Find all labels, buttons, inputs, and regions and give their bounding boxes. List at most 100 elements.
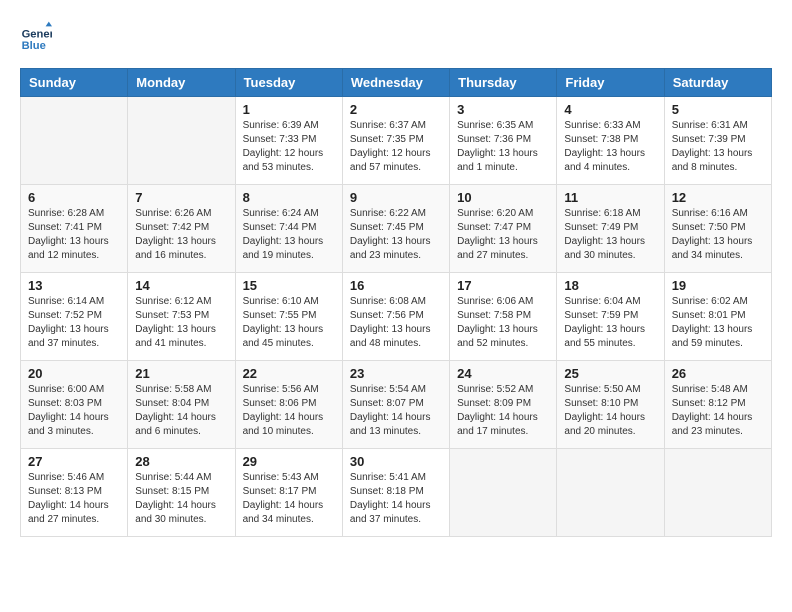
day-cell-1: 1Sunrise: 6:39 AM Sunset: 7:33 PM Daylig…: [235, 97, 342, 185]
day-number: 28: [135, 454, 227, 469]
day-info: Sunrise: 6:06 AM Sunset: 7:58 PM Dayligh…: [457, 295, 549, 351]
day-info: Sunrise: 6:28 AM Sunset: 7:41 PM Dayligh…: [28, 207, 120, 263]
weekday-header-saturday: Saturday: [664, 69, 771, 97]
day-number: 21: [135, 366, 227, 381]
day-info: Sunrise: 5:43 AM Sunset: 8:17 PM Dayligh…: [243, 471, 335, 527]
day-cell-8: 8 Sunrise: 6:24 AM Sunset: 7:44 PM Daylig…: [235, 185, 342, 273]
day-info: Sunrise: 6:08 AM Sunset: 7:56 PM Dayligh…: [350, 295, 442, 351]
empty-cell: [557, 449, 664, 537]
day-number: 19: [672, 278, 764, 293]
day-number: 17: [457, 278, 549, 293]
day-number: 29: [243, 454, 335, 469]
week-row-1: 1Sunrise: 6:39 AM Sunset: 7:33 PM Daylig…: [21, 97, 772, 185]
day-number: 23: [350, 366, 442, 381]
day-number: 18: [564, 278, 656, 293]
day-number: 24: [457, 366, 549, 381]
day-info: Sunrise: 5:44 AM Sunset: 8:15 PM Dayligh…: [135, 471, 227, 527]
day-number: 30: [350, 454, 442, 469]
day-info: Sunrise: 5:56 AM Sunset: 8:06 PM Dayligh…: [243, 383, 335, 439]
day-cell-5: 5 Sunrise: 6:31 AM Sunset: 7:39 PM Daylig…: [664, 97, 771, 185]
day-number: 11: [564, 190, 656, 205]
empty-cell: [21, 97, 128, 185]
day-number: 4: [564, 102, 656, 117]
week-row-4: 20 Sunrise: 6:00 AM Sunset: 8:03 PM Dayli…: [21, 361, 772, 449]
day-number: 8: [243, 190, 335, 205]
day-number: 5: [672, 102, 764, 117]
day-info: Sunrise: 6:04 AM Sunset: 7:59 PM Dayligh…: [564, 295, 656, 351]
day-number: 16: [350, 278, 442, 293]
day-cell-7: 7 Sunrise: 6:26 AM Sunset: 7:42 PM Daylig…: [128, 185, 235, 273]
day-cell-16: 16 Sunrise: 6:08 AM Sunset: 7:56 PM Dayli…: [342, 273, 449, 361]
day-info: Sunrise: 6:22 AM Sunset: 7:45 PM Dayligh…: [350, 207, 442, 263]
day-number: 1: [243, 102, 335, 117]
day-info: Sunrise: 5:48 AM Sunset: 8:12 PM Dayligh…: [672, 383, 764, 439]
day-cell-2: 2Sunrise: 6:37 AM Sunset: 7:35 PM Daylig…: [342, 97, 449, 185]
day-info: Sunrise: 6:35 AM Sunset: 7:36 PM Dayligh…: [457, 119, 549, 175]
day-cell-30: 30Sunrise: 5:41 AM Sunset: 8:18 PM Dayli…: [342, 449, 449, 537]
weekday-header-thursday: Thursday: [450, 69, 557, 97]
weekday-header-tuesday: Tuesday: [235, 69, 342, 97]
day-info: Sunrise: 6:16 AM Sunset: 7:50 PM Dayligh…: [672, 207, 764, 263]
day-info: Sunrise: 6:14 AM Sunset: 7:52 PM Dayligh…: [28, 295, 120, 351]
day-cell-25: 25Sunrise: 5:50 AM Sunset: 8:10 PM Dayli…: [557, 361, 664, 449]
day-cell-4: 4 Sunrise: 6:33 AM Sunset: 7:38 PM Daylig…: [557, 97, 664, 185]
day-cell-14: 14Sunrise: 6:12 AM Sunset: 7:53 PM Dayli…: [128, 273, 235, 361]
day-cell-19: 19Sunrise: 6:02 AM Sunset: 8:01 PM Dayli…: [664, 273, 771, 361]
day-info: Sunrise: 6:33 AM Sunset: 7:38 PM Dayligh…: [564, 119, 656, 175]
day-number: 7: [135, 190, 227, 205]
day-info: Sunrise: 6:31 AM Sunset: 7:39 PM Dayligh…: [672, 119, 764, 175]
day-number: 20: [28, 366, 120, 381]
day-cell-9: 9 Sunrise: 6:22 AM Sunset: 7:45 PM Daylig…: [342, 185, 449, 273]
weekday-header-friday: Friday: [557, 69, 664, 97]
day-info: Sunrise: 6:24 AM Sunset: 7:44 PM Dayligh…: [243, 207, 335, 263]
empty-cell: [128, 97, 235, 185]
logo: General Blue: [20, 20, 56, 52]
day-number: 14: [135, 278, 227, 293]
day-number: 13: [28, 278, 120, 293]
day-info: Sunrise: 6:37 AM Sunset: 7:35 PM Dayligh…: [350, 119, 442, 175]
day-number: 27: [28, 454, 120, 469]
day-cell-15: 15 Sunrise: 6:10 AM Sunset: 7:55 PM Dayli…: [235, 273, 342, 361]
day-info: Sunrise: 5:58 AM Sunset: 8:04 PM Dayligh…: [135, 383, 227, 439]
day-cell-12: 12 Sunrise: 6:16 AM Sunset: 7:50 PM Dayli…: [664, 185, 771, 273]
day-number: 25: [564, 366, 656, 381]
week-row-5: 27Sunrise: 5:46 AM Sunset: 8:13 PM Dayli…: [21, 449, 772, 537]
day-info: Sunrise: 5:54 AM Sunset: 8:07 PM Dayligh…: [350, 383, 442, 439]
day-info: Sunrise: 6:20 AM Sunset: 7:47 PM Dayligh…: [457, 207, 549, 263]
empty-cell: [450, 449, 557, 537]
day-number: 12: [672, 190, 764, 205]
week-row-3: 13 Sunrise: 6:14 AM Sunset: 7:52 PM Dayli…: [21, 273, 772, 361]
week-row-2: 6 Sunrise: 6:28 AM Sunset: 7:41 PM Daylig…: [21, 185, 772, 273]
day-info: Sunrise: 6:26 AM Sunset: 7:42 PM Dayligh…: [135, 207, 227, 263]
day-cell-22: 22 Sunrise: 5:56 AM Sunset: 8:06 PM Dayli…: [235, 361, 342, 449]
day-cell-24: 24 Sunrise: 5:52 AM Sunset: 8:09 PM Dayli…: [450, 361, 557, 449]
header: General Blue: [20, 20, 772, 52]
day-number: 6: [28, 190, 120, 205]
day-info: Sunrise: 6:00 AM Sunset: 8:03 PM Dayligh…: [28, 383, 120, 439]
day-cell-20: 20 Sunrise: 6:00 AM Sunset: 8:03 PM Dayli…: [21, 361, 128, 449]
day-number: 26: [672, 366, 764, 381]
day-info: Sunrise: 6:10 AM Sunset: 7:55 PM Dayligh…: [243, 295, 335, 351]
day-info: Sunrise: 5:52 AM Sunset: 8:09 PM Dayligh…: [457, 383, 549, 439]
day-number: 3: [457, 102, 549, 117]
day-cell-11: 11 Sunrise: 6:18 AM Sunset: 7:49 PM Dayli…: [557, 185, 664, 273]
weekday-header-wednesday: Wednesday: [342, 69, 449, 97]
calendar: SundayMondayTuesdayWednesdayThursdayFrid…: [20, 68, 772, 537]
day-cell-23: 23 Sunrise: 5:54 AM Sunset: 8:07 PM Dayli…: [342, 361, 449, 449]
day-cell-26: 26 Sunrise: 5:48 AM Sunset: 8:12 PM Dayli…: [664, 361, 771, 449]
weekday-header-sunday: Sunday: [21, 69, 128, 97]
empty-cell: [664, 449, 771, 537]
day-number: 22: [243, 366, 335, 381]
day-number: 9: [350, 190, 442, 205]
day-cell-28: 28 Sunrise: 5:44 AM Sunset: 8:15 PM Dayli…: [128, 449, 235, 537]
day-cell-21: 21 Sunrise: 5:58 AM Sunset: 8:04 PM Dayli…: [128, 361, 235, 449]
day-number: 15: [243, 278, 335, 293]
day-cell-13: 13 Sunrise: 6:14 AM Sunset: 7:52 PM Dayli…: [21, 273, 128, 361]
svg-text:Blue: Blue: [22, 40, 46, 52]
day-info: Sunrise: 6:18 AM Sunset: 7:49 PM Dayligh…: [564, 207, 656, 263]
day-cell-27: 27Sunrise: 5:46 AM Sunset: 8:13 PM Dayli…: [21, 449, 128, 537]
day-cell-3: 3 Sunrise: 6:35 AM Sunset: 7:36 PM Daylig…: [450, 97, 557, 185]
day-cell-10: 10 Sunrise: 6:20 AM Sunset: 7:47 PM Dayli…: [450, 185, 557, 273]
day-cell-18: 18 Sunrise: 6:04 AM Sunset: 7:59 PM Dayli…: [557, 273, 664, 361]
day-number: 10: [457, 190, 549, 205]
